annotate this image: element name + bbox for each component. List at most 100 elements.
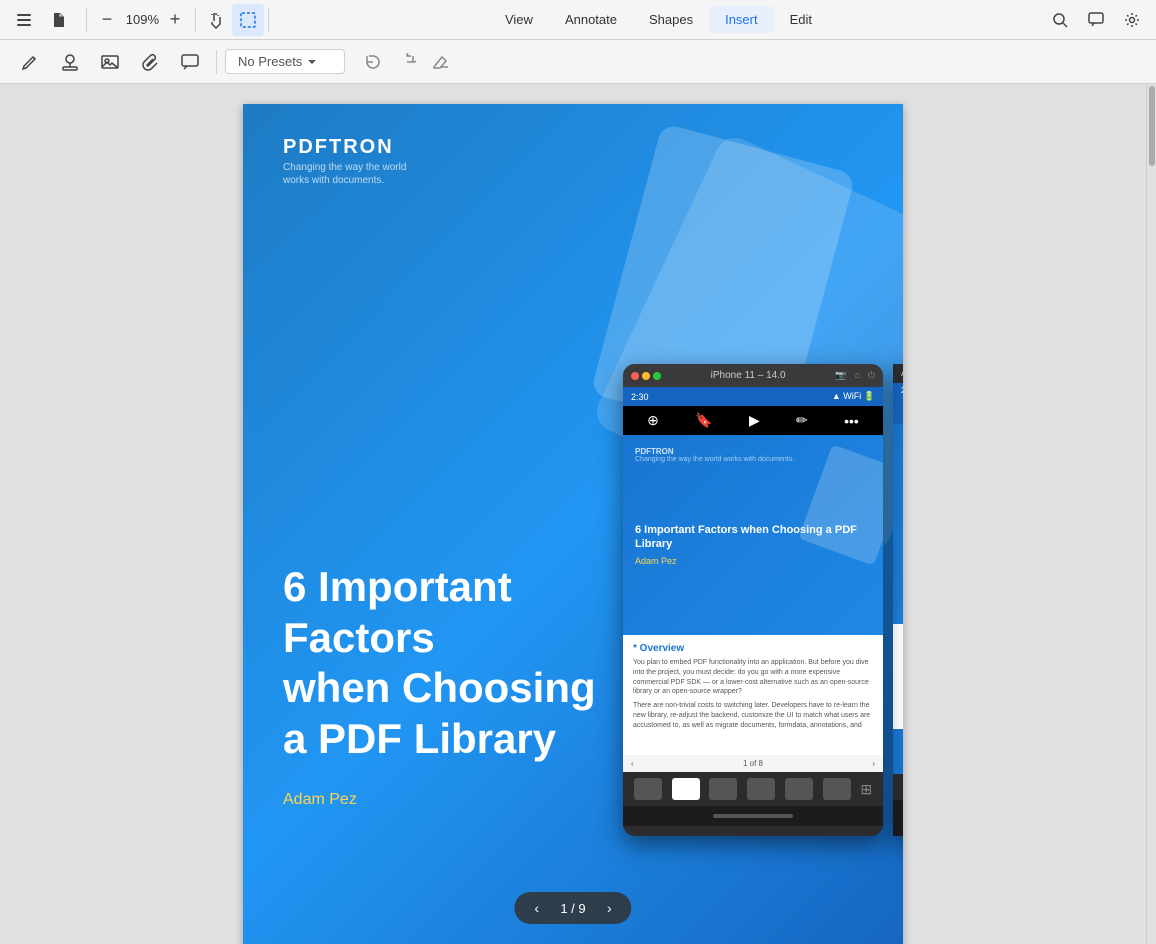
iphone-view-btn-4 — [747, 778, 775, 800]
android-time: 2:30 — [901, 386, 903, 395]
menu-item-annotate[interactable]: Annotate — [549, 6, 633, 33]
android-mockup: Android Emulator - Pixel_3a_AP... 2:30 📶… — [893, 364, 903, 836]
file-button[interactable] — [42, 4, 74, 36]
iphone-view-btn-6 — [823, 778, 851, 800]
iphone-view-btn-3 — [709, 778, 737, 800]
menu-item-insert[interactable]: Insert — [709, 6, 774, 33]
iphone-time: 2:30 — [631, 392, 649, 402]
stamp-tool-button[interactable] — [52, 44, 88, 80]
nav-left-controls — [8, 4, 74, 36]
iphone-home-indicator — [713, 814, 793, 818]
iphone-overview-more-text: There are non-trivial costs to switching… — [633, 701, 873, 730]
iphone-overview-title: * Overview — [633, 643, 873, 654]
maximize-dot — [653, 372, 661, 380]
iphone-camera-icon: 📷 — [835, 370, 846, 381]
callout-tool-button[interactable] — [172, 44, 208, 80]
pan-icon — [207, 11, 225, 29]
toolbar-divider — [216, 50, 217, 74]
android-bottom-nav: ◁ ○ □ — [893, 800, 903, 836]
secondary-toolbar: No Presets — [0, 40, 1156, 84]
settings-icon — [1124, 12, 1140, 28]
presets-dropdown[interactable]: No Presets — [225, 49, 345, 74]
android-window-title: Android Emulator - Pixel_3a_AP... — [901, 368, 903, 379]
pen-tool-button[interactable] — [12, 44, 48, 80]
pdf-document-title: 6 Important Factors when Choosing a PDF … — [283, 562, 663, 764]
iphone-doc-preview: PDFTRON Changing the way the world works… — [623, 435, 883, 635]
iphone-titlebar: iPhone 11 – 14.0 📷 ⌂ ⏻ — [623, 364, 883, 387]
zoom-out-button[interactable]: − — [91, 4, 123, 36]
iphone-view-btn-5 — [785, 778, 813, 800]
android-titlebar: Android Emulator - Pixel_3a_AP... — [893, 364, 903, 383]
sidebar-icon — [16, 12, 32, 28]
iphone-view-btn-1 — [634, 778, 662, 800]
prev-page-button[interactable]: ‹ — [528, 898, 545, 918]
redo-icon — [398, 53, 416, 71]
scrollbar-thumb[interactable] — [1149, 86, 1155, 166]
select-tool-button[interactable] — [232, 4, 264, 36]
scrollbar-track[interactable] — [1146, 84, 1156, 944]
iphone-home-icon: ⌂ — [854, 370, 859, 381]
iphone-titlebar-icons: 📷 ⌂ ⏻ — [835, 370, 875, 381]
zoom-in-button[interactable]: + — [159, 4, 191, 36]
pdf-container[interactable]: PDFTRON Changing the way the world works… — [0, 84, 1146, 944]
menu-item-view[interactable]: View — [489, 6, 549, 33]
nav-right-controls — [1044, 4, 1148, 36]
sidebar-toggle-button[interactable] — [8, 4, 40, 36]
iphone-pagination: ‹ 1 of 8 › — [623, 755, 883, 772]
zoom-in-icon: + — [170, 9, 181, 30]
pdf-document-author: Adam Pez — [283, 791, 357, 809]
menu-item-shapes[interactable]: Shapes — [633, 6, 709, 33]
nav-menu-items: View Annotate Shapes Insert Edit — [273, 6, 1044, 33]
android-app-toolbar: ← 🔍 ⇧ 📄 ↩ ✏ ⋮ — [893, 398, 903, 424]
iphone-bottom-nav: ⊞ — [623, 772, 883, 806]
minimize-dot — [642, 372, 650, 380]
android-back-icon: ← — [901, 404, 903, 418]
undo-redo-group — [357, 46, 457, 78]
iphone-edit-icon: ✏ — [796, 412, 808, 429]
callout-icon — [180, 52, 200, 72]
iphone-overview-text: You plan to embed PDF functionality into… — [633, 658, 873, 697]
settings-button[interactable] — [1116, 4, 1148, 36]
iphone-doc-author: Adam Pez — [635, 556, 871, 566]
iphone-share-icon: ▶ — [749, 412, 760, 429]
iphone-window-title: iPhone 11 – 14.0 — [667, 370, 829, 381]
comment-icon — [1088, 12, 1104, 28]
iphone-page-right-icon: › — [872, 759, 875, 768]
search-button[interactable] — [1044, 4, 1076, 36]
nav-divider-2 — [195, 8, 196, 32]
pan-tool-button[interactable] — [200, 4, 232, 36]
nav-divider-1 — [86, 8, 87, 32]
iphone-window-dots — [631, 372, 661, 380]
main-content-area: PDFTRON Changing the way the world works… — [0, 84, 1156, 944]
iphone-more-icon: ••• — [844, 413, 859, 429]
android-document-screen: PDFTRON Changing the way the world works… — [893, 424, 903, 774]
file-icon — [50, 12, 66, 28]
attachment-icon — [140, 52, 160, 72]
select-icon — [239, 11, 257, 29]
android-status-bar: 2:30 📶 🔋 — [893, 383, 903, 398]
search-icon — [1052, 12, 1068, 28]
image-icon — [100, 52, 120, 72]
attachment-tool-button[interactable] — [132, 44, 168, 80]
erase-button[interactable] — [425, 46, 457, 78]
iphone-status-bar: 2:30 ▲ WiFi 🔋 — [623, 387, 883, 406]
comment-button[interactable] — [1080, 4, 1112, 36]
close-dot — [631, 372, 639, 380]
pdftron-logo-area: PDFTRON Changing the way the world works… — [283, 136, 406, 187]
next-page-button[interactable]: › — [601, 898, 618, 918]
iphone-nav-icon: ⊕ — [647, 412, 659, 429]
undo-button[interactable] — [357, 46, 389, 78]
iphone-overview-section: * Overview You plan to embed PDF functio… — [623, 635, 883, 755]
image-tool-button[interactable] — [92, 44, 128, 80]
stamp-icon — [60, 52, 80, 72]
eraser-icon — [432, 53, 450, 71]
iphone-app-toolbar: ⊕ 🔖 ▶ ✏ ••• — [623, 406, 883, 435]
iphone-grid-icon: ⊞ — [860, 781, 872, 798]
pdf-cover: PDFTRON Changing the way the world works… — [243, 104, 903, 944]
top-navigation-bar: − 109% + View Annotate Shapes Insert Edi… — [0, 0, 1156, 40]
menu-item-edit[interactable]: Edit — [774, 6, 828, 33]
device-mockups-container: iPhone 11 – 14.0 📷 ⌂ ⏻ 2:30 — [623, 364, 903, 836]
iphone-power-icon: ⏻ — [868, 370, 875, 381]
iphone-view-btn-2 — [672, 778, 700, 800]
redo-button[interactable] — [391, 46, 423, 78]
